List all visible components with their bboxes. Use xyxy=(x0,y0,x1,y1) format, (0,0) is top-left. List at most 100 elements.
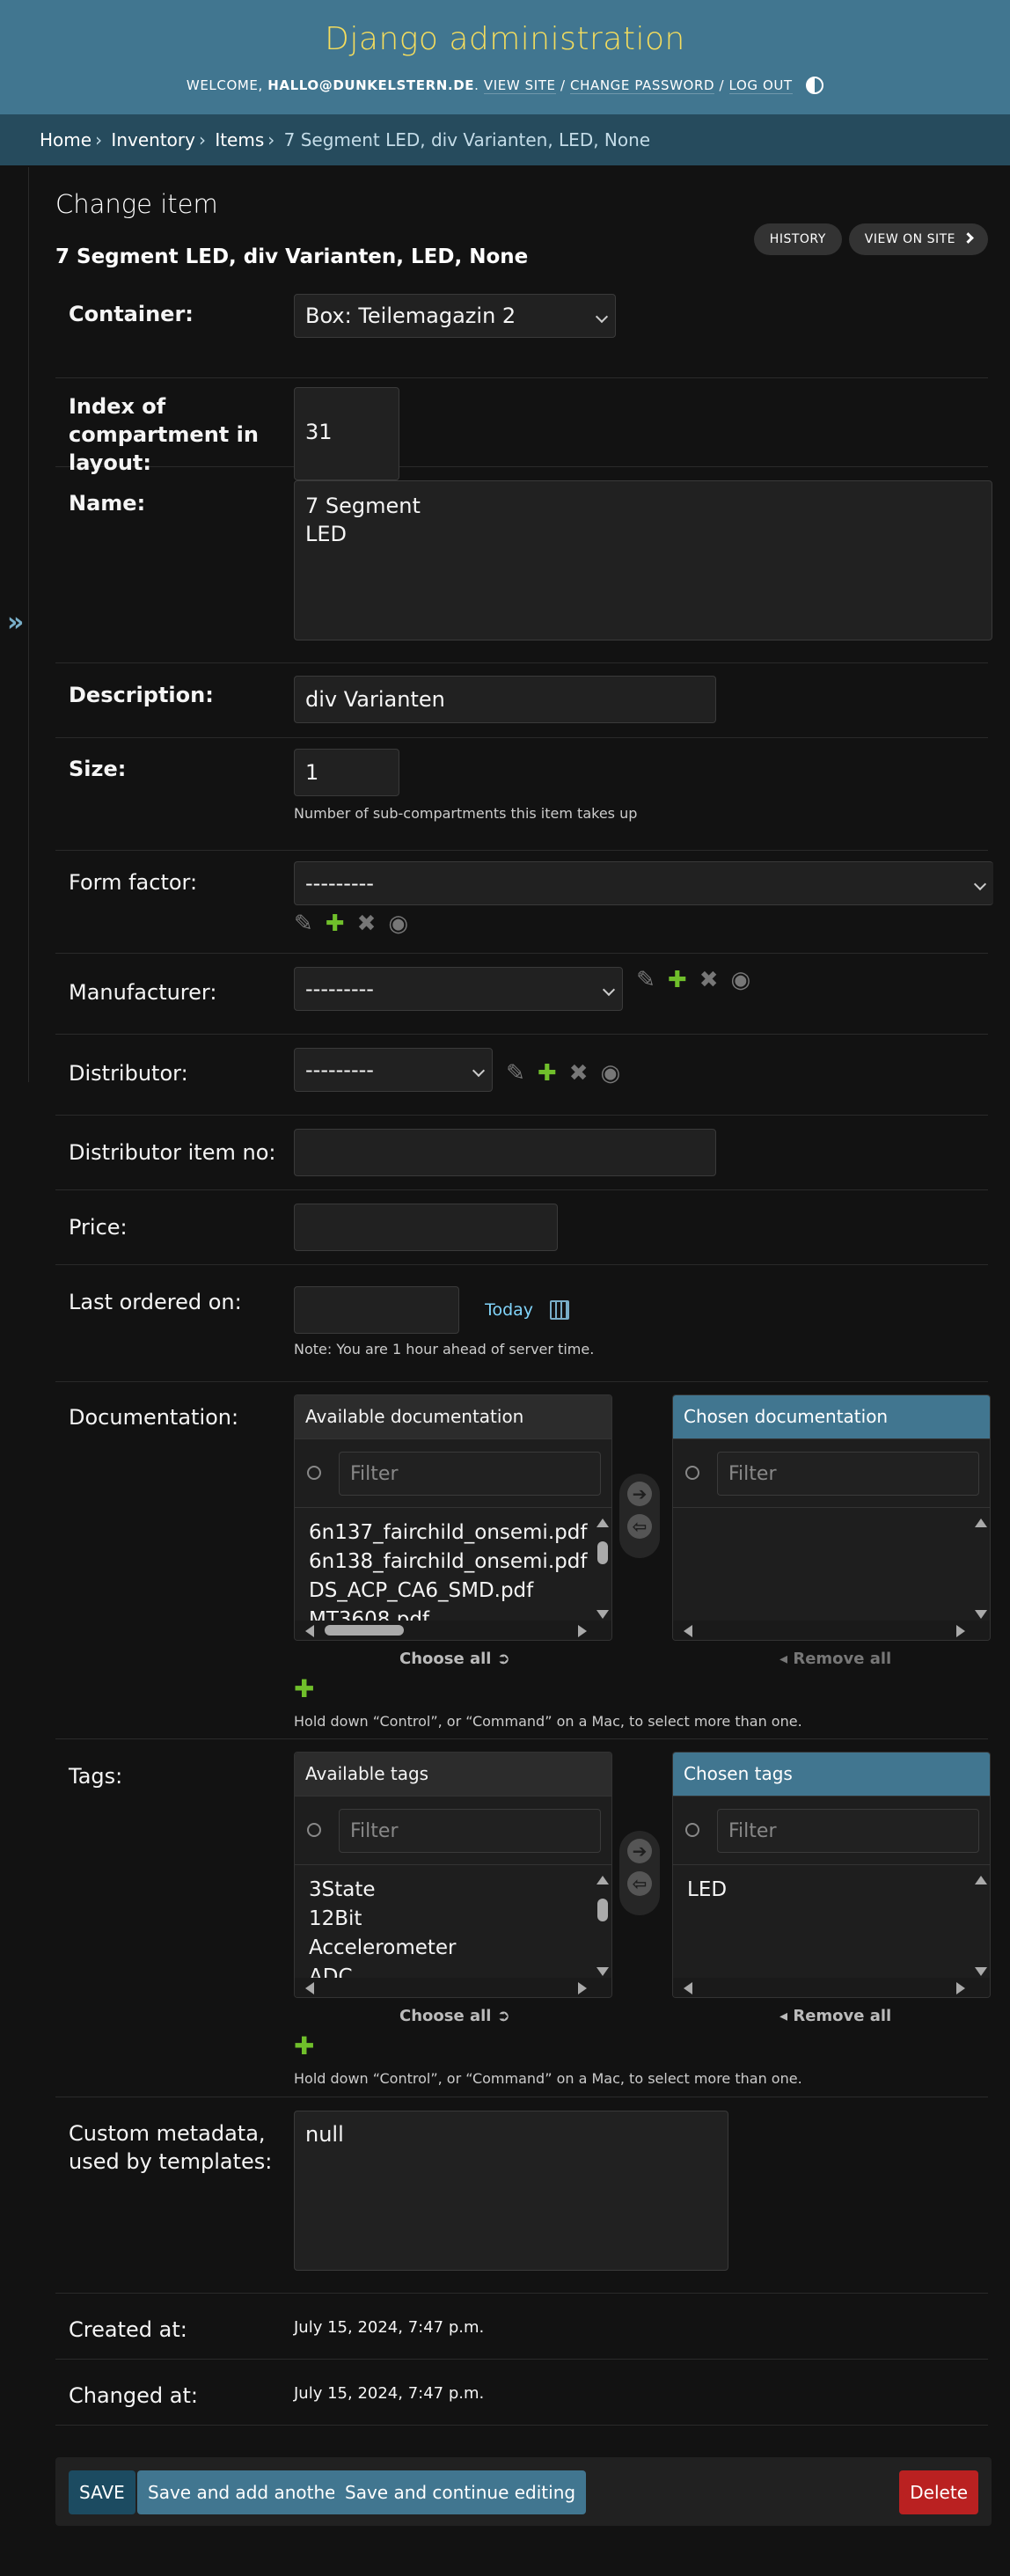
distributor-select[interactable]: --------- xyxy=(294,1048,493,1092)
list-item[interactable]: DS_ACP_CA6_SMD.pdf xyxy=(309,1577,597,1606)
fieldset: Container: Box: Teilemagazin 2 Index of … xyxy=(55,281,993,2426)
container-select[interactable]: Box: Teilemagazin 2 xyxy=(294,294,616,338)
move-left-icon[interactable]: ⇦ xyxy=(627,1871,652,1896)
calendar-icon[interactable] xyxy=(550,1300,570,1320)
save-and-continue-button[interactable]: Save and continue editing xyxy=(334,2470,587,2514)
view-on-site-button[interactable]: VIEW ON SITE xyxy=(848,223,988,255)
edit-pencil-icon[interactable]: ✎ xyxy=(506,1060,525,1087)
view-eye-icon[interactable]: ◉ xyxy=(730,967,750,993)
search-icon xyxy=(307,1466,321,1480)
documentation-filter-input[interactable]: Filter xyxy=(339,1452,601,1496)
size-field: 1 Number of sub-compartments this item t… xyxy=(294,749,637,822)
list-item[interactable]: 6n138_fairchild_onsemi.pdf xyxy=(309,1548,597,1577)
list-item[interactable]: LED xyxy=(687,1876,976,1905)
index-label: Index of compartment in layout: xyxy=(69,394,259,475)
row-index: Index of compartment in layout: 31 xyxy=(55,378,988,480)
delete-button[interactable]: Delete xyxy=(899,2470,978,2514)
choose-all-documentation[interactable]: Choose all ➲ xyxy=(399,1650,510,1668)
name-textarea[interactable]: 7 Segment LED xyxy=(294,480,992,640)
list-item[interactable]: 3State xyxy=(309,1876,597,1905)
remove-all-tags[interactable]: ◂ Remove all xyxy=(779,2007,891,2025)
chosen-tags-filter-input[interactable]: Filter xyxy=(717,1809,979,1853)
name-line: 7 Segment xyxy=(305,494,421,518)
container-label: Container: xyxy=(69,302,194,326)
logout-link[interactable]: LOG OUT xyxy=(728,77,793,94)
row-size: Size: 1 Number of sub-compartments this … xyxy=(55,738,988,851)
view-site-link[interactable]: VIEW SITE xyxy=(483,77,556,94)
move-right-icon[interactable]: ➔ xyxy=(627,1482,652,1506)
horizontal-scrollbar[interactable] xyxy=(295,1978,611,1997)
description-input[interactable]: div Varianten xyxy=(294,676,716,723)
size-input[interactable]: 1 xyxy=(294,749,399,796)
changed-at-value: July 15, 2024, 7:47 p.m. xyxy=(294,2384,485,2403)
change-password-link[interactable]: CHANGE PASSWORD xyxy=(570,77,715,94)
arrow-right-circle-icon: ➲ xyxy=(496,2007,510,2025)
breadcrumb-items[interactable]: Items xyxy=(215,129,264,150)
form-factor-actions: ✎ ✚ ✖ ◉ xyxy=(294,911,421,937)
selector-movers: ➔ ⇦ xyxy=(619,1831,660,1915)
manufacturer-select[interactable]: --------- xyxy=(294,967,623,1011)
main-content: Change item 7 Segment LED, div Varianten… xyxy=(55,167,993,2426)
delete-x-icon[interactable]: ✖ xyxy=(569,1060,589,1087)
created-at-value: July 15, 2024, 7:47 p.m. xyxy=(294,2318,485,2337)
expand-sidebar-icon[interactable]: » xyxy=(7,607,24,638)
vertical-scrollbar[interactable] xyxy=(594,1515,610,1622)
username: HALLO@DUNKELSTERN.DE xyxy=(267,77,475,93)
vertical-scrollbar[interactable] xyxy=(972,1515,988,1622)
chevron-right-icon xyxy=(962,232,974,244)
horizontal-scrollbar[interactable] xyxy=(673,1978,990,1997)
list-item[interactable]: Accelerometer xyxy=(309,1934,597,1963)
view-eye-icon[interactable]: ◉ xyxy=(600,1060,620,1087)
site-name[interactable]: Django administration xyxy=(0,0,1010,57)
distributor-item-no-input[interactable] xyxy=(294,1129,716,1176)
remove-all-label: Remove all xyxy=(793,1650,892,1668)
add-tag-icon[interactable]: ✚ xyxy=(294,2031,314,2060)
row-manufacturer: Manufacturer: --------- ✎ ✚ ✖ ◉ xyxy=(55,954,988,1035)
distributor-label: Distributor: xyxy=(69,1061,188,1086)
chosen-documentation-filter: Filter xyxy=(673,1439,990,1508)
today-link[interactable]: Today xyxy=(485,1300,533,1320)
breadcrumb-inventory[interactable]: Inventory xyxy=(111,129,195,150)
add-plus-icon[interactable]: ✚ xyxy=(538,1060,557,1087)
edit-pencil-icon[interactable]: ✎ xyxy=(294,911,313,937)
manufacturer-label: Manufacturer: xyxy=(69,980,217,1005)
list-item[interactable]: 12Bit xyxy=(309,1905,597,1934)
list-item[interactable]: 6n137_fairchild_onsemi.pdf xyxy=(309,1519,597,1548)
remove-all-documentation[interactable]: ◂ Remove all xyxy=(779,1650,891,1668)
edit-pencil-icon[interactable]: ✎ xyxy=(636,967,655,993)
delete-x-icon[interactable]: ✖ xyxy=(699,967,719,993)
vertical-scrollbar[interactable] xyxy=(594,1872,610,1980)
tags-filter-input[interactable]: Filter xyxy=(339,1809,601,1853)
available-documentation-title: Available documentation xyxy=(295,1395,611,1439)
manufacturer-actions: ✎ ✚ ✖ ◉ xyxy=(636,967,763,993)
save-button[interactable]: SAVE xyxy=(69,2470,135,2514)
add-plus-icon[interactable]: ✚ xyxy=(668,967,687,993)
horizontal-scrollbar[interactable] xyxy=(295,1621,611,1640)
move-left-icon[interactable]: ⇦ xyxy=(627,1514,652,1539)
last-ordered-input[interactable] xyxy=(294,1286,459,1334)
chosen-tags-title: Chosen tags xyxy=(673,1753,990,1797)
price-input[interactable] xyxy=(294,1204,558,1251)
distributor-actions: ✎ ✚ ✖ ◉ xyxy=(506,1060,633,1087)
move-right-icon[interactable]: ➔ xyxy=(627,1839,652,1863)
custom-metadata-textarea[interactable]: null xyxy=(294,2111,728,2271)
history-button[interactable]: HISTORY xyxy=(753,223,842,255)
add-document-icon[interactable]: ✚ xyxy=(294,1674,314,1703)
view-eye-icon[interactable]: ◉ xyxy=(388,911,408,937)
theme-toggle-icon[interactable] xyxy=(806,77,824,94)
manufacturer-field: --------- ✎ ✚ ✖ ◉ xyxy=(294,967,763,1011)
delete-x-icon[interactable]: ✖ xyxy=(357,911,377,937)
chosen-documentation-filter-input[interactable]: Filter xyxy=(717,1452,979,1496)
nav-sidebar-toggle[interactable]: » xyxy=(0,167,29,1082)
add-plus-icon[interactable]: ✚ xyxy=(326,911,345,937)
choose-all-tags[interactable]: Choose all ➲ xyxy=(399,2007,510,2025)
form-factor-select[interactable]: --------- xyxy=(294,861,993,905)
tags-help: Hold down “Control”, or “Command” on a M… xyxy=(294,2070,802,2087)
chosen-documentation-title: Chosen documentation xyxy=(673,1395,990,1439)
save-and-add-another-button[interactable]: Save and add another xyxy=(137,2470,354,2514)
vertical-scrollbar[interactable] xyxy=(972,1872,988,1980)
horizontal-scrollbar[interactable] xyxy=(673,1621,990,1640)
breadcrumb-home[interactable]: Home xyxy=(40,129,91,150)
search-icon xyxy=(685,1823,699,1837)
documentation-help: Hold down “Control”, or “Command” on a M… xyxy=(294,1713,802,1730)
